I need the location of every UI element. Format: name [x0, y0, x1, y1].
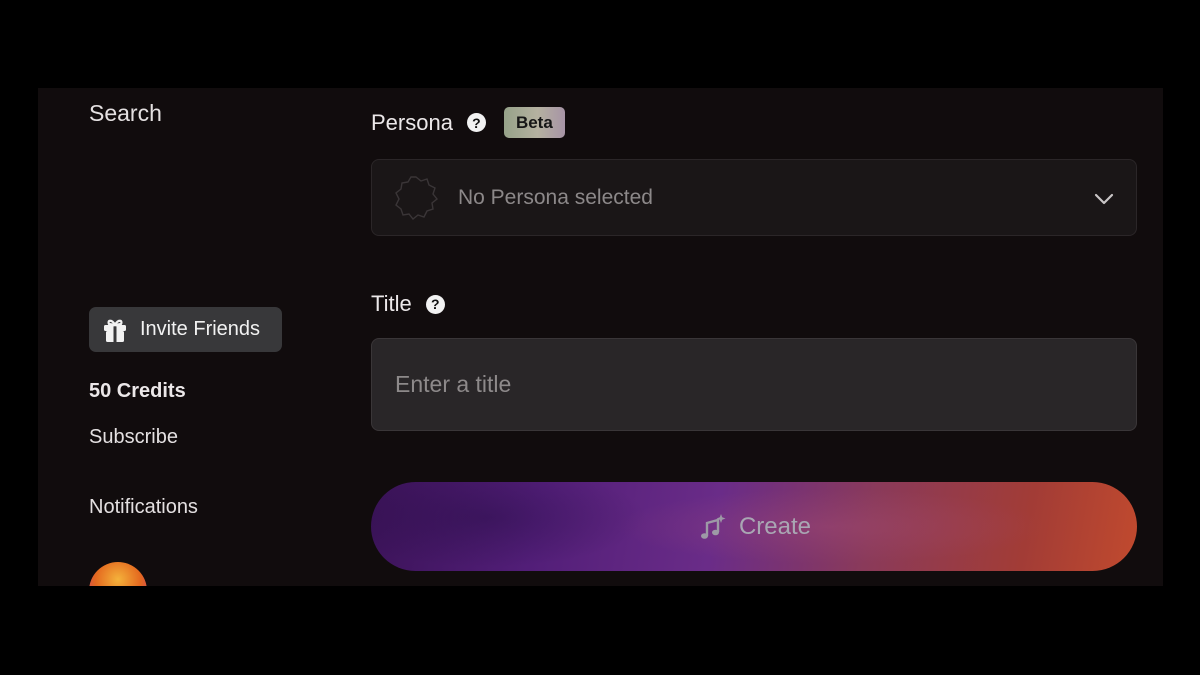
create-button[interactable]: Create — [371, 482, 1137, 571]
title-input[interactable] — [371, 338, 1137, 431]
persona-select-value: No Persona selected — [458, 185, 653, 209]
credits-count: 50 Credits — [89, 380, 186, 402]
beta-badge: Beta — [503, 107, 565, 138]
title-label: Title — [371, 291, 412, 316]
title-field-header: Title ? — [371, 291, 445, 317]
music-sparkle-icon — [697, 512, 727, 542]
persona-select[interactable]: No Persona selected — [371, 159, 1137, 236]
sidebar-item-search[interactable]: Search — [89, 100, 162, 127]
app-frame: Search Invite Friends 50 Credits Subscri… — [38, 88, 1163, 586]
persona-field-header: Persona ? Beta — [371, 107, 565, 138]
chevron-down-icon — [1092, 187, 1116, 211]
subscribe-link[interactable]: Subscribe — [89, 426, 178, 449]
notifications-link[interactable]: Notifications — [89, 496, 198, 519]
question-circle-icon[interactable]: ? — [466, 113, 486, 132]
avatar[interactable] — [89, 562, 147, 586]
invite-friends-label: Invite Friends — [140, 318, 261, 340]
create-button-label: Create — [738, 512, 812, 540]
gift-icon — [101, 316, 129, 344]
persona-placeholder-icon — [392, 174, 440, 222]
question-circle-icon[interactable]: ? — [425, 294, 445, 314]
invite-friends-button[interactable]: Invite Friends — [89, 307, 282, 352]
persona-label: Persona — [371, 109, 453, 135]
sidebar: Search Invite Friends 50 Credits Subscri… — [38, 88, 338, 586]
